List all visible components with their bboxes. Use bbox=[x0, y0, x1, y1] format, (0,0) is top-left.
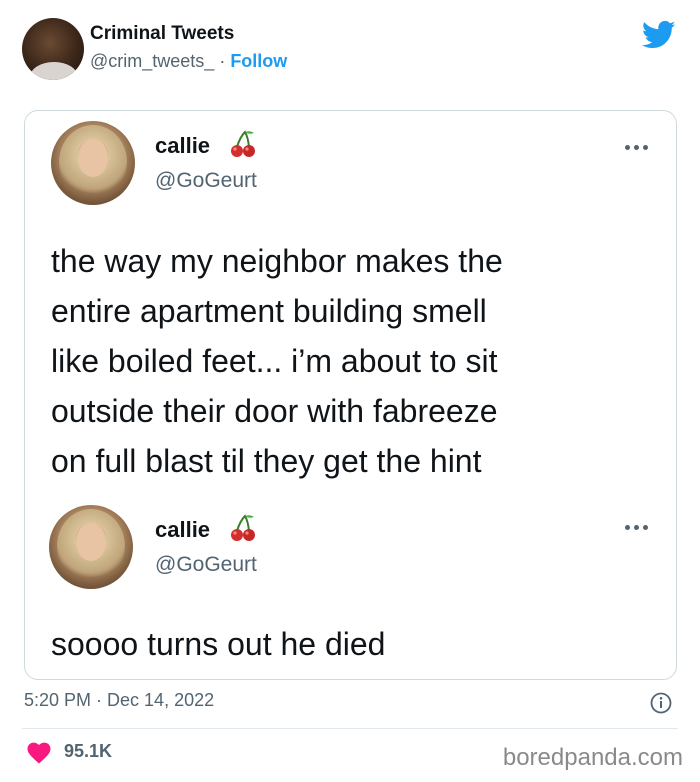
heart-icon[interactable] bbox=[27, 742, 51, 764]
tweet-timestamp[interactable]: 5:20 PM · Dec 14, 2022 bbox=[24, 690, 214, 711]
post-text-line: like boiled feet... i’m about to sit bbox=[51, 343, 498, 379]
author-handle-line: @crim_tweets_ · Follow bbox=[90, 51, 287, 72]
cherry-icon bbox=[231, 514, 255, 541]
post-author-name[interactable]: callie bbox=[155, 133, 210, 159]
more-options-icon[interactable] bbox=[625, 524, 649, 532]
divider bbox=[22, 728, 678, 729]
post-author-name[interactable]: callie bbox=[155, 517, 210, 543]
post-text-line: outside their door with fabreeze bbox=[51, 393, 498, 429]
more-options-icon[interactable] bbox=[625, 144, 649, 152]
post-text: the way my neighbor makes the entire apa… bbox=[51, 236, 651, 486]
tweet-header: Criminal Tweets @crim_tweets_ · Follow bbox=[22, 18, 682, 80]
watermark: boredpanda.com bbox=[502, 744, 683, 771]
author-avatar[interactable] bbox=[22, 18, 84, 80]
embedded-screenshot-card: callie @GoGeurt the way my neighbor make… bbox=[24, 110, 677, 680]
handle-separator: · bbox=[214, 51, 231, 71]
post-avatar[interactable] bbox=[51, 121, 135, 205]
cherry-icon bbox=[231, 130, 255, 157]
author-handle[interactable]: @crim_tweets_ bbox=[90, 51, 214, 71]
twitter-bird-icon[interactable] bbox=[642, 20, 676, 50]
post-text-line: the way my neighbor makes the bbox=[51, 243, 503, 279]
post-author-handle[interactable]: @GoGeurt bbox=[155, 169, 257, 193]
post-avatar[interactable] bbox=[49, 505, 133, 589]
post-text-line: soooo turns out he died bbox=[51, 626, 386, 662]
post-text-line: entire apartment building smell bbox=[51, 293, 487, 329]
info-icon[interactable] bbox=[650, 692, 672, 714]
post-author-handle[interactable]: @GoGeurt bbox=[155, 553, 257, 577]
follow-button[interactable]: Follow bbox=[230, 51, 287, 71]
post-text: soooo turns out he died bbox=[51, 619, 651, 669]
like-count[interactable]: 95.1K bbox=[64, 741, 112, 762]
post-text-line: on full blast til they get the hint bbox=[51, 443, 482, 479]
author-name[interactable]: Criminal Tweets bbox=[90, 23, 234, 45]
